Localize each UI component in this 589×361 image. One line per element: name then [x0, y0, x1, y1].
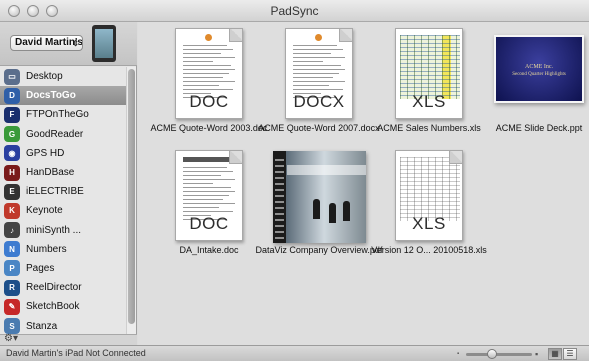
ipad-icon	[92, 25, 116, 62]
sidebar-item-label: GPS HD	[26, 147, 65, 159]
sidebar-item-goodreader[interactable]: G GoodReader	[0, 125, 126, 144]
sidebar-item-ftponthego[interactable]: F FTPOnTheGo	[0, 105, 126, 124]
ftp-icon: F	[4, 106, 20, 123]
goodreader-icon: G	[4, 126, 20, 143]
sidebar-item-stanza[interactable]: S Stanza	[0, 316, 126, 334]
pdf-thumbnail	[273, 151, 366, 243]
sidebar-item-label: DocsToGo	[26, 90, 76, 102]
file-name: Version 12 O... 20100518.xls	[371, 245, 487, 255]
file-item[interactable]: ACME Inc. Second Quarter Highlights ACME S…	[480, 22, 589, 140]
sidebar-item-label: ReelDirector	[26, 282, 82, 294]
zoom-slider-knob[interactable]	[487, 349, 498, 359]
minisynth-icon: ♪	[4, 222, 20, 239]
title-bar: PadSync	[0, 0, 589, 22]
zoom-slider[interactable]	[466, 349, 532, 359]
sidebar-item-docstogo[interactable]: D DocsToGo	[0, 86, 126, 106]
sidebar-item-reeldirector[interactable]: R ReelDirector	[0, 278, 126, 297]
file-browser: DOC ACME Quote-Word 2003.doc DOCX ACME Quot…	[138, 22, 589, 345]
grid-view-button[interactable]: ▦	[548, 348, 562, 360]
file-type-badge: DOC	[189, 92, 229, 111]
status-bar: David Martin's iPad Not Connected ▪ ▪ ▦ …	[0, 345, 589, 361]
sidebar: David Martin's ⇕ ▭ Desktop D DocsToGo F FTPOn…	[0, 22, 137, 345]
numbers-icon: N	[4, 241, 20, 258]
reeldirector-icon: R	[4, 279, 20, 296]
scroll-thumb[interactable]	[128, 69, 135, 324]
gps-icon: ◉	[4, 145, 20, 162]
stanza-icon: S	[4, 318, 20, 334]
sidebar-footer: ⚙▾	[0, 333, 137, 345]
sidebar-item-label: Stanza	[26, 320, 58, 332]
grid-view-icon: ▦	[551, 349, 559, 358]
sidebar-item-label: iELECTRIBE	[26, 186, 84, 198]
window-title: PadSync	[270, 4, 319, 18]
pages-icon: P	[4, 260, 20, 277]
slide-thumbnail: ACME Inc. Second Quarter Highlights	[494, 35, 584, 103]
sidebar-item-label: Numbers	[26, 243, 67, 255]
sidebar-item-keynote[interactable]: K Keynote	[0, 201, 126, 220]
slide-subtitle: Second Quarter Highlights	[512, 72, 566, 77]
docstogo-icon: D	[4, 87, 20, 104]
sidebar-item-desktop[interactable]: ▭ Desktop	[0, 67, 126, 86]
device-select[interactable]: David Martin's ⇕	[10, 35, 83, 51]
device-bar: David Martin's ⇕	[0, 22, 137, 66]
sidebar-item-label: Pages	[26, 262, 55, 274]
file-type-badge: XLS	[412, 92, 446, 111]
chevron-updown-icon: ⇕	[72, 39, 79, 48]
sidebar-item-label: FTPOnTheGo	[26, 109, 89, 121]
sidebar-item-sketchbook[interactable]: ✎ SketchBook	[0, 297, 126, 316]
small-thumbnail-icon: ▪	[457, 351, 460, 357]
large-thumbnail-icon: ▪	[535, 349, 539, 359]
connection-status: David Martin's iPad Not Connected	[6, 348, 146, 358]
sidebar-item-ielectribe[interactable]: EiELECTRIBE	[0, 182, 126, 201]
desktop-icon: ▭	[4, 68, 20, 85]
sidebar-item-label: Desktop	[26, 71, 63, 83]
list-view-button[interactable]: ☰	[563, 348, 577, 360]
file-name: ACME Slide Deck.ppt	[495, 123, 583, 133]
sidebar-item-numbers[interactable]: N Numbers	[0, 240, 126, 259]
sidebar-item-handbase[interactable]: H HanDBase	[0, 163, 126, 182]
sidebar-item-gps-hd[interactable]: ◉ GPS HD	[0, 144, 126, 163]
file-type-badge: DOCX	[293, 92, 345, 111]
file-type-badge: XLS	[412, 214, 446, 233]
sidebar-item-minisynth[interactable]: ♪ miniSynth ...	[0, 221, 126, 240]
slide-title: ACME Inc.	[525, 64, 553, 70]
handbase-icon: H	[4, 164, 20, 181]
sidebar-item-pages[interactable]: P Pages	[0, 259, 126, 278]
sidebar-item-label: HanDBase	[26, 167, 75, 179]
electribe-icon: E	[4, 183, 20, 200]
sidebar-item-label: SketchBook	[26, 301, 80, 313]
sidebar-item-label: miniSynth ...	[26, 224, 82, 236]
gear-icon[interactable]: ⚙▾	[4, 333, 18, 344]
sidebar-scrollbar[interactable]	[126, 67, 136, 334]
file-item[interactable]: XLS Version 12 O... 20100518.xls	[370, 144, 488, 262]
file-type-badge: DOC	[189, 214, 229, 233]
keynote-icon: K	[4, 202, 20, 219]
sketchbook-icon: ✎	[4, 298, 20, 315]
sidebar-item-label: Keynote	[26, 205, 63, 217]
app-list: ▭ Desktop D DocsToGo F FTPOnTheGo G GoodReader ◉…	[0, 67, 126, 334]
list-view-icon: ☰	[566, 349, 574, 358]
sidebar-item-label: GoodReader	[26, 128, 84, 140]
